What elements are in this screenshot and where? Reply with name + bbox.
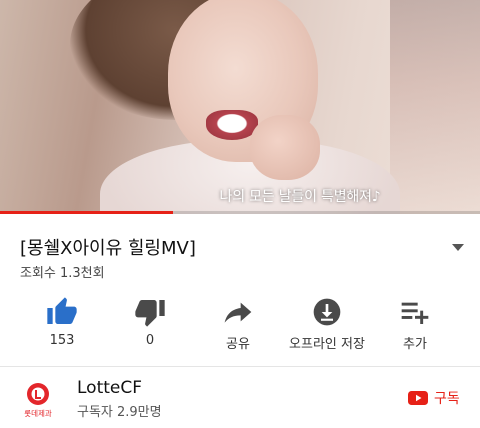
- share-button[interactable]: 공유: [193, 290, 283, 360]
- channel-name[interactable]: LotteCF: [77, 378, 142, 398]
- video-title: [몽쉘X아이유 힐링MV]: [20, 238, 196, 259]
- subscribe-label: 구독: [434, 391, 460, 407]
- youtube-play-icon: [408, 391, 428, 405]
- share-label: 공유: [226, 337, 250, 352]
- view-count: 조회수 1.3천회: [20, 266, 105, 281]
- video-player[interactable]: 나의 모든 날들이 특별해져♪: [0, 0, 480, 214]
- add-to-playlist-icon: [401, 302, 429, 324]
- save-offline-label: 오프라인 저장: [289, 337, 365, 352]
- download-icon: [313, 298, 341, 326]
- add-to-playlist-button[interactable]: 추가: [370, 290, 460, 360]
- video-background: [390, 0, 480, 214]
- video-progress-bar[interactable]: [0, 211, 480, 214]
- thumbs-down-icon: [135, 300, 165, 327]
- video-subtitle: 나의 모든 날들이 특별해져♪: [0, 186, 480, 206]
- video-subtitle-text: 나의 모든 날들이 특별해져♪: [219, 189, 381, 205]
- chevron-down-icon[interactable]: [448, 240, 468, 254]
- add-to-playlist-label: 추가: [403, 337, 427, 352]
- subscribe-button[interactable]: 구독: [408, 388, 460, 408]
- save-offline-button[interactable]: 오프라인 저장: [282, 290, 372, 360]
- video-frame-hand: [250, 115, 320, 180]
- channel-avatar[interactable]: 롯데제과: [16, 378, 60, 422]
- like-button[interactable]: 153: [17, 290, 107, 360]
- subscriber-count: 구독자 2.9만명: [77, 405, 162, 420]
- dislike-count: 0: [145, 333, 155, 348]
- video-progress-fill: [0, 211, 173, 214]
- video-action-bar: 153 0 공유 오프라인 저장 추가: [0, 290, 480, 360]
- section-divider: [0, 366, 480, 367]
- thumbs-up-icon: [47, 297, 77, 324]
- channel-logo-text: 롯데제과: [24, 409, 52, 418]
- like-count: 153: [49, 333, 75, 348]
- share-icon: [224, 302, 252, 323]
- dislike-button[interactable]: 0: [105, 290, 195, 360]
